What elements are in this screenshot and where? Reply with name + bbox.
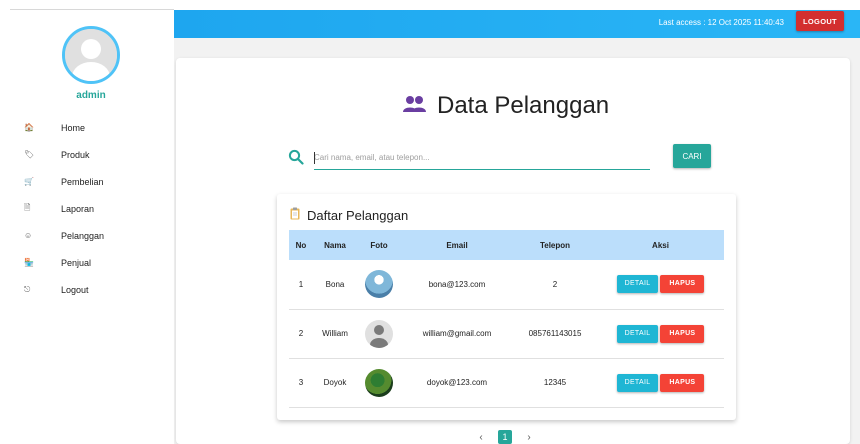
hapus-button[interactable]: HAPUS <box>660 373 705 392</box>
cell-no: 1 <box>298 279 304 289</box>
cell-no: 3 <box>298 378 304 387</box>
cell-foto <box>357 358 401 407</box>
column-header-aksi: Aksi <box>652 240 669 250</box>
table-heading-text: Daftar Pelanggan <box>307 207 409 223</box>
customer-photo <box>365 319 393 348</box>
logout-button[interactable]: LOGOUT <box>796 11 844 31</box>
last-access-text: Last access : 12 Oct 2025 11:40:43 <box>658 18 784 27</box>
page-number-current[interactable]: 1 <box>498 430 512 444</box>
cell-telepon: 2 <box>552 279 558 289</box>
clipboard-icon <box>290 207 300 223</box>
sidebar-item-pelanggan[interactable]: ☺ Pelanggan <box>0 222 174 249</box>
sidebar-item-label: Produk <box>61 149 90 160</box>
detail-button[interactable]: DETAIL <box>616 324 659 343</box>
column-header-foto: Foto <box>370 240 388 250</box>
sidebar-item-produk[interactable]: 🏷 Produk <box>0 141 174 168</box>
cell-foto <box>357 309 401 358</box>
home-icon: 🏠 <box>24 123 34 132</box>
page-title-text: Data Pelanggan <box>437 92 610 119</box>
cell-email: william@gmail.com <box>422 329 492 338</box>
cell-aksi: DETAIL HAPUS <box>597 358 724 407</box>
detail-button[interactable]: DETAIL <box>616 275 659 294</box>
column-header-no: No <box>295 240 307 250</box>
table-heading: Daftar Pelanggan <box>290 207 408 223</box>
table-row: 3 Doyok doyok@123.com 12345 DETAIL HAPUS <box>289 358 724 407</box>
face-icon: ☺ <box>24 231 33 240</box>
page-title: Data Pelanggan <box>403 92 609 120</box>
sidebar-item-label: Home <box>61 122 86 133</box>
sidebar-item-home[interactable]: 🏠 Home <box>0 114 174 141</box>
detail-button[interactable]: DETAIL <box>616 373 659 392</box>
sidebar-item-pembelian[interactable]: 🛒 Pembelian <box>0 168 174 195</box>
people-icon <box>403 92 427 120</box>
customer-table-card: Daftar Pelanggan No Nama Foto Email Tele… <box>277 194 736 420</box>
avatar[interactable] <box>62 26 120 84</box>
column-header-telepon: Telepon <box>539 240 571 250</box>
user-silhouette-icon <box>65 29 117 81</box>
pagination: ‹ 1 › <box>474 430 536 444</box>
text-cursor <box>314 152 315 164</box>
cell-foto <box>357 260 401 309</box>
top-bar: Last access : 12 Oct 2025 11:40:43 LOGOU… <box>174 10 860 38</box>
cell-nama: Doyok <box>323 378 347 387</box>
cart-icon: 🛒 <box>24 177 34 186</box>
hapus-button[interactable]: HAPUS <box>660 324 705 343</box>
exit-icon: ⎋ <box>24 284 31 294</box>
cell-telepon: 085761143015 <box>528 329 582 338</box>
search-bar: CARI <box>288 144 712 172</box>
chevron-left-icon[interactable]: ‹ <box>474 432 488 443</box>
customer-table: No Nama Foto Email Telepon Aksi 1 Bona b… <box>289 230 724 408</box>
table-row: 2 William william@gmail.com 085761143015… <box>289 309 724 358</box>
sidebar-nav: 🏠 Home 🏷 Produk 🛒 Pembelian 🗎 Laporan ☺ … <box>0 114 174 303</box>
sidebar-item-label: Laporan <box>61 203 95 214</box>
customer-photo <box>365 270 393 299</box>
hapus-button[interactable]: HAPUS <box>660 275 705 294</box>
sidebar-item-label: Pelanggan <box>61 230 105 241</box>
user-name: admin <box>76 90 106 101</box>
cell-email: doyok@123.com <box>426 378 488 387</box>
cell-aksi: DETAIL HAPUS <box>597 309 724 358</box>
search-icon <box>288 149 304 170</box>
chevron-right-icon[interactable]: › <box>522 432 536 443</box>
cell-nama: William <box>322 329 348 338</box>
sidebar-item-laporan[interactable]: 🗎 Laporan <box>0 195 174 222</box>
sidebar-item-logout[interactable]: ⎋ Logout <box>0 276 174 303</box>
cell-telepon: 12345 <box>543 378 567 387</box>
sidebar-item-penjual[interactable]: 🏪 Penjual <box>0 249 174 276</box>
cell-nama: Bona <box>325 279 345 289</box>
cell-email: bona@123.com <box>428 279 486 289</box>
document-icon: 🗎 <box>24 202 31 212</box>
column-header-nama: Nama <box>324 240 346 250</box>
table-row: 1 Bona bona@123.com 2 DETAIL HAPUS <box>289 260 724 309</box>
user-silhouette-icon <box>370 324 388 348</box>
tag-icon: 🏷 <box>24 150 35 159</box>
search-button[interactable]: CARI <box>673 144 711 168</box>
cell-no: 2 <box>298 329 304 338</box>
customer-photo <box>365 368 393 397</box>
sidebar-item-label: Logout <box>61 284 89 295</box>
sidebar: admin 🏠 Home 🏷 Produk 🛒 Pembelian 🗎 Lapo… <box>0 0 174 444</box>
sidebar-item-label: Penjual <box>61 257 92 268</box>
table-header-row: No Nama Foto Email Telepon Aksi <box>289 230 724 260</box>
store-icon: 🏪 <box>24 258 34 267</box>
sidebar-item-label: Pembelian <box>61 176 104 187</box>
divider <box>10 9 174 10</box>
column-header-email: Email <box>446 240 468 250</box>
cell-aksi: DETAIL HAPUS <box>597 260 724 309</box>
search-input[interactable] <box>314 146 650 170</box>
